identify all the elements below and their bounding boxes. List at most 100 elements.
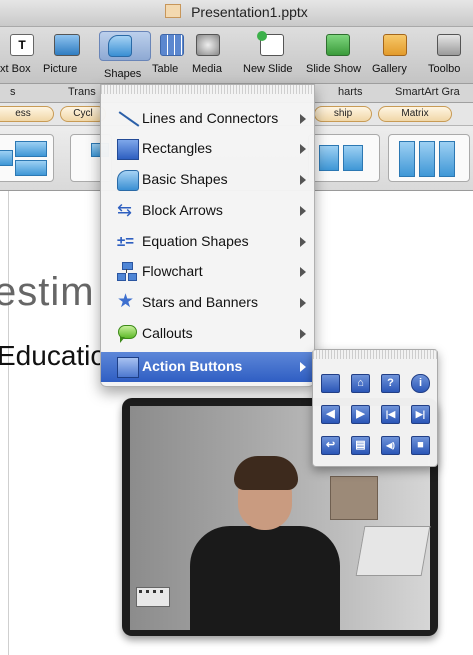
menu-item-label: Flowchart xyxy=(142,263,203,279)
shelf xyxy=(330,476,378,520)
window-title-wrap: Presentation1.pptx xyxy=(0,4,473,20)
submenu-arrow-icon xyxy=(300,329,306,339)
menu-item-label: Action Buttons xyxy=(142,358,243,374)
toolbar-label: Media xyxy=(192,63,222,75)
submenu-arrow-icon xyxy=(300,237,306,247)
toolbox-icon xyxy=(437,34,461,56)
toolbar-table-button[interactable]: Table xyxy=(150,31,190,79)
toolbar-label: Shapes xyxy=(104,68,142,80)
toolbar-gallery-button[interactable]: Gallery xyxy=(370,31,420,79)
flowchart-icon xyxy=(117,262,137,281)
slide-show-icon xyxy=(326,34,350,56)
action-buttons-submenu: ⌂ ? i ◀ ▶ |◀ ▶| ↩ ▤ ◀) ■ xyxy=(312,349,438,467)
submenu-arrow-icon xyxy=(300,206,306,216)
submenu-arrow-icon xyxy=(300,267,306,277)
menu-grip xyxy=(101,85,314,94)
toolbar-toolbox-button[interactable]: Toolbo xyxy=(422,31,473,79)
standard-toolbar: T xt Box Picture Shapes Table Media New … xyxy=(0,27,473,84)
action-button-document[interactable]: ▤ xyxy=(351,436,370,455)
slide-edge xyxy=(8,191,9,655)
media-icon xyxy=(196,34,220,56)
ribbon-tab-smartart[interactable]: SmartArt Gra xyxy=(395,86,460,98)
menu-grip xyxy=(313,350,437,359)
action-button-icon xyxy=(117,357,139,378)
category-process[interactable]: ess xyxy=(0,106,54,122)
menu-item-label: Stars and Banners xyxy=(142,294,258,310)
action-button-blank[interactable] xyxy=(321,374,340,393)
star-icon: ★ xyxy=(117,291,135,312)
menu-item-flowchart[interactable]: Flowchart xyxy=(101,257,314,287)
menu-item-label: Basic Shapes xyxy=(142,171,228,187)
submenu-arrow-icon xyxy=(300,362,306,372)
toolbar-shapes-button[interactable]: Shapes xyxy=(99,31,151,80)
shapes-menu: Lines and Connectors Rectangles Basic Sh… xyxy=(100,84,315,387)
action-button-help[interactable]: ? xyxy=(381,374,400,393)
block-arrow-icon: ⇆ xyxy=(117,200,133,220)
ribbon-tab[interactable]: harts xyxy=(338,86,362,98)
window-titlebar: Presentation1.pptx xyxy=(0,0,473,27)
submenu-arrow-icon xyxy=(300,114,306,124)
toolbar-label: Gallery xyxy=(372,63,407,75)
action-button-home[interactable]: ⌂ xyxy=(351,374,370,393)
menu-item-label: Equation Shapes xyxy=(142,233,249,249)
action-button-beginning[interactable]: |◀ xyxy=(381,405,400,424)
submenu-arrow-icon xyxy=(300,144,306,154)
menu-item-label: Lines and Connectors xyxy=(142,110,279,126)
menu-item-block-arrows[interactable]: ⇆ Block Arrows xyxy=(101,196,314,226)
submenu-arrow-icon xyxy=(300,298,306,308)
line-icon xyxy=(117,109,140,128)
action-button-sound[interactable]: ◀) xyxy=(381,436,400,455)
smartart-thumbnail[interactable] xyxy=(0,134,54,182)
rectangle-icon xyxy=(117,139,139,160)
toolbar-picture-button[interactable]: Picture xyxy=(38,31,98,79)
slide-title[interactable]: estim xyxy=(0,270,95,315)
menu-item-label: Callouts xyxy=(142,325,193,341)
basic-shapes-icon xyxy=(117,170,139,191)
toolbar-media-button[interactable]: Media xyxy=(190,31,240,79)
action-button-movie[interactable]: ■ xyxy=(411,436,430,455)
menu-item-action-buttons[interactable]: Action Buttons xyxy=(101,352,314,382)
menu-item-basic-shapes[interactable]: Basic Shapes xyxy=(101,165,314,195)
toolbar-new-slide-button[interactable]: New Slide xyxy=(240,31,304,79)
menu-item-callouts[interactable]: Callouts xyxy=(101,319,314,349)
toolbar-label: Table xyxy=(152,63,179,75)
menu-item-stars-and-banners[interactable]: ★ Stars and Banners xyxy=(101,288,314,318)
category-relationship[interactable]: ship xyxy=(314,106,372,122)
submenu-arrow-icon xyxy=(300,175,306,185)
slide-subtitle[interactable]: Educatio xyxy=(0,340,106,372)
action-button-forward[interactable]: ▶ xyxy=(351,405,370,424)
equation-icon: ±= xyxy=(117,233,134,250)
menu-item-rectangles[interactable]: Rectangles xyxy=(101,134,314,164)
toolbar-label: xt Box xyxy=(0,63,31,75)
toolbar-slide-show-button[interactable]: Slide Show xyxy=(304,31,368,79)
menu-item-label: Rectangles xyxy=(142,140,213,156)
new-slide-icon xyxy=(257,31,284,56)
action-button-return[interactable]: ↩ xyxy=(321,436,340,455)
movie-icon xyxy=(136,587,170,607)
action-button-end[interactable]: ▶| xyxy=(411,405,430,424)
callout-icon xyxy=(117,324,137,343)
table-icon xyxy=(160,34,184,56)
shapes-icon xyxy=(108,35,132,57)
toolbar-label: Picture xyxy=(43,63,78,75)
category-matrix[interactable]: Matrix xyxy=(378,106,452,122)
ribbon-tab[interactable]: Trans xyxy=(68,86,96,98)
action-button-back[interactable]: ◀ xyxy=(321,405,340,424)
smartart-thumbnail[interactable] xyxy=(388,134,470,182)
menu-item-equation-shapes[interactable]: ±= Equation Shapes xyxy=(101,227,314,257)
toolbar-text-box-button[interactable]: T xt Box xyxy=(0,31,38,79)
ribbon-tab[interactable]: s xyxy=(10,86,16,98)
toolbar-label: Toolbo xyxy=(428,63,461,75)
action-button-information[interactable]: i xyxy=(411,374,430,393)
menu-item-label: Block Arrows xyxy=(142,202,223,218)
smartart-thumbnail[interactable] xyxy=(308,134,380,182)
document-icon xyxy=(165,4,182,18)
window-title: Presentation1.pptx xyxy=(191,4,308,20)
gallery-icon xyxy=(383,34,407,56)
toolbar-label: Slide Show xyxy=(306,63,362,75)
toolbar-label: New Slide xyxy=(243,63,293,75)
text-box-icon: T xyxy=(10,34,34,56)
picture-icon xyxy=(54,34,80,56)
menu-item-lines-and-connectors[interactable]: Lines and Connectors xyxy=(101,104,314,134)
laptop xyxy=(355,526,431,576)
